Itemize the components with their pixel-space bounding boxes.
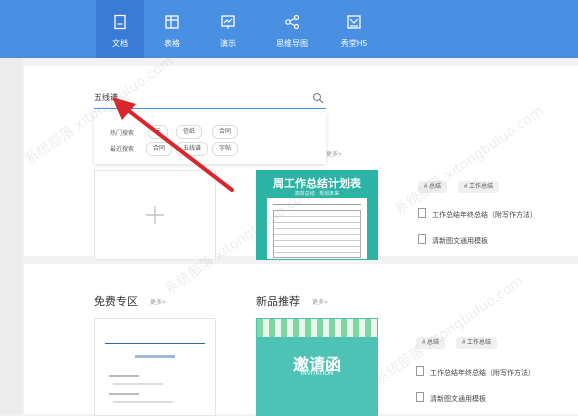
- tab-table[interactable]: 表格: [148, 0, 196, 58]
- tab-label: 表格: [164, 39, 180, 48]
- doc-link[interactable]: 工作总结年终总结（附写作方法）: [418, 208, 537, 220]
- tag-chip[interactable]: # 总结: [416, 337, 446, 349]
- doc-link[interactable]: 清新图文通用模板: [418, 234, 488, 246]
- presentation-icon: [221, 15, 235, 29]
- tag-chip[interactable]: # 工作总结: [458, 181, 500, 193]
- more-link[interactable]: 更多>: [312, 297, 328, 306]
- tab-label: 文档: [112, 39, 128, 48]
- tab-presentation[interactable]: 演示: [204, 0, 252, 58]
- tab-mindmap[interactable]: 思维导图: [268, 0, 316, 58]
- tag-chip[interactable]: # 工作总结: [456, 337, 498, 349]
- document-icon: [418, 234, 426, 244]
- search-icon[interactable]: [312, 92, 324, 104]
- more-link[interactable]: 更多>: [150, 297, 166, 306]
- table-icon: [165, 15, 179, 29]
- tag-chip[interactable]: # 总结: [418, 181, 448, 193]
- new-section-title: 新品推荐: [256, 296, 300, 308]
- tab-h5[interactable]: 秀堂H5: [330, 0, 378, 58]
- doc-link-label: 工作总结年终总结（附写作方法）: [432, 212, 537, 219]
- free-doc-card[interactable]: [94, 318, 216, 416]
- document-icon: [416, 392, 424, 402]
- document-icon: [418, 208, 426, 218]
- h5-icon: [347, 15, 361, 29]
- doc-link[interactable]: 清新图文通用模板: [416, 392, 486, 404]
- doc-link-label: 清新图文通用模板: [430, 396, 486, 403]
- mindmap-icon: [285, 14, 300, 30]
- left-strip: [0, 58, 22, 414]
- document-icon: [114, 14, 126, 30]
- floral-border: [257, 319, 377, 337]
- invitation-card[interactable]: 邀请函 INVITATION: [256, 318, 378, 416]
- plus-icon: [146, 206, 164, 224]
- top-toolbar: 文档 表格 演示 思维导图 秀堂H5: [0, 0, 578, 58]
- tab-label: 秀堂H5: [340, 39, 368, 48]
- annotation-arrow: [112, 97, 234, 192]
- template-subtitle: 高效总结 · 规划未来: [294, 191, 340, 197]
- tab-label: 思维导图: [276, 39, 308, 48]
- doc-link[interactable]: 工作总结年终总结（附写作方法）: [416, 366, 535, 378]
- tab-label: 演示: [220, 39, 236, 48]
- tab-document[interactable]: 文档: [96, 0, 144, 58]
- doc-link-label: 清新图文通用模板: [432, 238, 488, 245]
- doc-link-label: 工作总结年终总结（附写作方法）: [430, 370, 535, 377]
- more-link[interactable]: 更多>: [326, 149, 342, 158]
- invitation-subtitle: INVITATION: [300, 371, 334, 377]
- template-title: 周工作总结计划表: [273, 178, 361, 190]
- template-card-weekly[interactable]: 周工作总结计划表 高效总结 · 规划未来: [256, 170, 378, 260]
- template-sheet-preview: [267, 198, 367, 259]
- free-section-title: 免费专区: [94, 296, 138, 308]
- document-icon: [416, 366, 424, 376]
